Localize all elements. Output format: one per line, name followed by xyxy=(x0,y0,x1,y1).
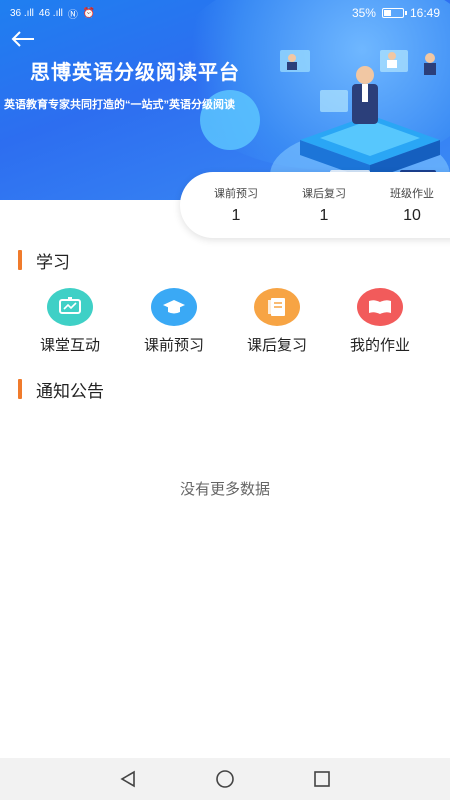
clock: 16:49 xyxy=(409,6,440,20)
module-label: 课堂互动 xyxy=(39,337,100,354)
battery-percent: 35% xyxy=(351,6,376,20)
signal-indicators: 36 .ıll 46 .ıll Ⓝ ⏰ xyxy=(10,6,95,21)
stat-label: 课前预习 xyxy=(214,188,258,200)
stat-review[interactable]: 课后复习 1 xyxy=(280,185,368,225)
module-label: 我的作业 xyxy=(349,337,410,354)
study-modules: 课堂互动 课前预习 课后复习 我的作业 xyxy=(0,288,450,358)
stat-value: 10 xyxy=(403,207,421,224)
stat-homework[interactable]: 班级作业 10 xyxy=(368,185,450,225)
module-class-interaction[interactable]: 课堂互动 xyxy=(18,288,122,355)
banner-title: 思博英语分级阅读平台 xyxy=(30,62,240,84)
module-homework[interactable]: 我的作业 xyxy=(328,288,432,355)
module-preview[interactable]: 课前预习 xyxy=(122,288,226,355)
graduation-cap-icon xyxy=(151,288,197,326)
back-triangle-icon[interactable] xyxy=(116,767,140,791)
stat-label: 课后复习 xyxy=(302,188,346,200)
battery-icon xyxy=(381,8,407,18)
open-book-icon xyxy=(357,288,403,326)
nfc-icon: Ⓝ xyxy=(67,9,78,21)
status-bar: 36 .ıll 46 .ıll Ⓝ ⏰ 35% 16:49 xyxy=(0,0,450,26)
module-label: 课前预习 xyxy=(143,337,204,354)
home-circle-icon[interactable] xyxy=(213,767,237,791)
stats-card: 课前预习 1 课后复习 1 班级作业 10 xyxy=(180,172,450,238)
section-accent-bar xyxy=(18,379,22,399)
back-arrow-icon[interactable] xyxy=(10,28,40,52)
stat-value: 1 xyxy=(319,207,329,224)
alarm-icon: ⏰ xyxy=(82,7,96,19)
signal-icon: 36 .ıll xyxy=(10,7,34,19)
module-review[interactable]: 课后复习 xyxy=(225,288,329,355)
section-title: 通知公告 xyxy=(36,381,104,401)
module-label: 课后复习 xyxy=(246,337,307,354)
chart-board-icon xyxy=(47,288,93,326)
banner-subtitle: 英语教育专家共同打造的“一站式”英语分级阅读 xyxy=(4,99,235,111)
stat-label: 班级作业 xyxy=(390,188,434,200)
signal-icon: 46 .ıll xyxy=(38,7,63,19)
stat-value: 1 xyxy=(231,207,241,224)
system-nav-bar xyxy=(0,758,450,800)
empty-state-text: 没有更多数据 xyxy=(179,481,270,498)
header-banner: 36 .ıll 46 .ıll Ⓝ ⏰ 35% 16:49 思博英语分级阅读平台… xyxy=(0,0,450,200)
study-section-header: 学习 xyxy=(18,249,70,272)
section-title: 学习 xyxy=(36,252,70,272)
section-accent-bar xyxy=(18,250,22,270)
notes-icon xyxy=(254,288,300,326)
notice-section-header: 通知公告 xyxy=(18,378,104,401)
stat-preview[interactable]: 课前预习 1 xyxy=(192,185,280,225)
recents-square-icon[interactable] xyxy=(310,767,334,791)
